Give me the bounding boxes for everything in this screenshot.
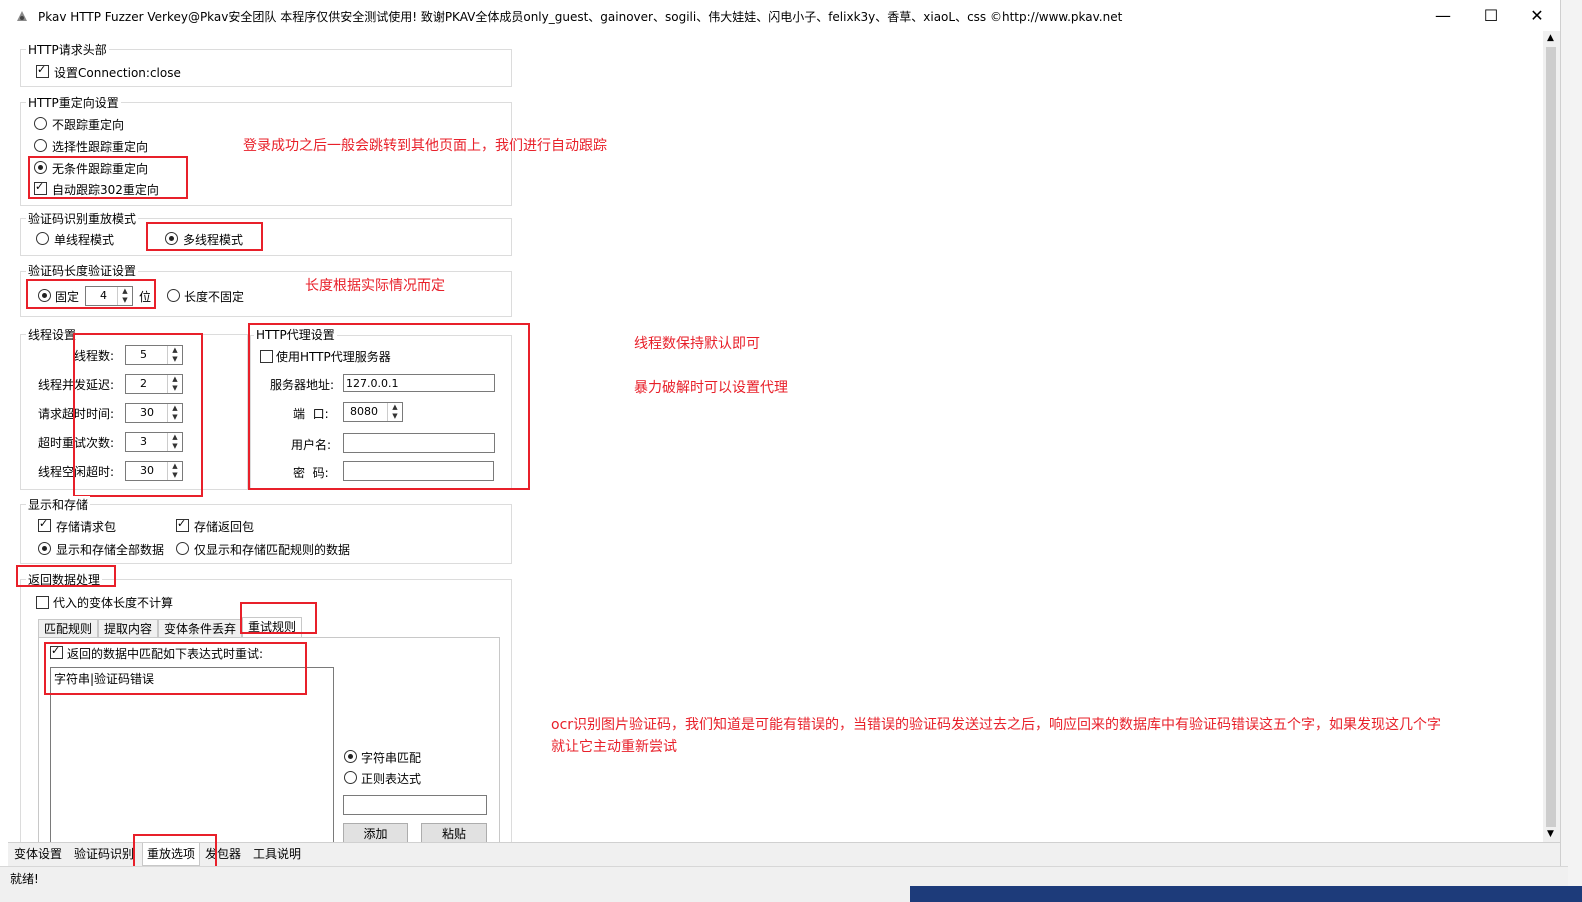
annotation-redirect: 登录成功之后一般会跳转到其他页面上，我们进行自动跟踪	[243, 138, 607, 154]
annotation-box-retry-expr	[44, 642, 307, 695]
show-matched-radio[interactable]	[176, 542, 189, 555]
window-title: Pkav HTTP Fuzzer Verkey@Pkav安全团队 本程序仅供安全…	[38, 10, 1123, 24]
taskbar-highlight	[910, 886, 1582, 902]
connection-close-checkbox[interactable]	[36, 63, 49, 78]
redirect-title: HTTP重定向设置	[26, 94, 121, 111]
scroll-thumb[interactable]	[1546, 47, 1556, 827]
connection-close-label: 设置Connection:close	[54, 66, 181, 80]
captcha-replay-title: 验证码识别重放模式	[26, 210, 139, 227]
selective-follow-label: 选择性跟踪重定向	[52, 140, 149, 154]
vertical-scrollbar[interactable]: ▲ ▼	[1543, 31, 1560, 842]
title-bar: Pkav HTTP Fuzzer Verkey@Pkav安全团队 本程序仅供安全…	[0, 0, 1568, 31]
threads-title: 线程设置	[26, 326, 79, 343]
store-response-checkbox[interactable]	[176, 517, 189, 532]
annotation-box-length	[26, 279, 156, 309]
regex-match-label: 正则表达式	[361, 772, 422, 786]
variable-length-label: 长度不固定	[184, 290, 245, 304]
no-follow-label: 不跟踪重定向	[52, 118, 125, 132]
annotation-length: 长度根据实际情况而定	[305, 278, 445, 294]
tab-variant-discard[interactable]: 变体条件丢弃	[158, 619, 242, 638]
annotation-box-proxy	[248, 323, 530, 490]
tab-tool-help[interactable]: 工具说明	[249, 843, 305, 865]
store-request-checkbox[interactable]	[38, 517, 51, 532]
string-match-radio[interactable]	[344, 750, 357, 763]
string-match-label: 字符串匹配	[361, 751, 422, 765]
store-response-label: 存储返回包	[194, 520, 255, 534]
status-bar: 就绪!	[0, 866, 1568, 887]
annotation-proxy: 暴力破解时可以设置代理	[634, 380, 788, 396]
maximize-button[interactable]: ☐	[1468, 0, 1514, 31]
scroll-up-icon[interactable]: ▲	[1547, 33, 1554, 43]
annotation-box-retry-tab	[240, 602, 317, 634]
ignore-var-length-label: 代入的变体长度不计算	[53, 596, 174, 610]
status-text: 就绪!	[10, 872, 39, 886]
single-thread-label: 单线程模式	[54, 233, 115, 247]
app-icon	[17, 11, 27, 21]
background-window-edge	[1560, 0, 1582, 886]
display-storage-title: 显示和存储	[26, 496, 91, 513]
http-headers-title: HTTP请求头部	[26, 41, 109, 58]
regex-match-radio[interactable]	[344, 771, 357, 784]
settings-panel: HTTP请求头部 设置Connection:close HTTP重定向设置 不跟…	[8, 31, 1543, 845]
show-all-radio[interactable]	[38, 542, 51, 555]
show-matched-label: 仅显示和存储匹配规则的数据	[194, 543, 351, 557]
annotation-box-response-title	[16, 565, 116, 587]
annotation-ocr-line2: 就让它主动重新尝试	[551, 739, 677, 755]
annotation-box-multithread	[146, 222, 263, 251]
minimize-button[interactable]: —	[1420, 0, 1466, 31]
annotation-ocr-line1: ocr识别图片验证码，我们知道是可能有错误的，当错误的验证码发送过去之后，响应回…	[551, 717, 1442, 733]
show-all-label: 显示和存储全部数据	[56, 543, 165, 557]
ignore-var-length-checkbox[interactable]	[36, 596, 49, 609]
tab-extract-content[interactable]: 提取内容	[98, 619, 158, 638]
annotation-box-redirect	[28, 156, 188, 199]
single-thread-radio[interactable]	[36, 232, 49, 245]
variable-length-radio[interactable]	[167, 289, 180, 302]
annotation-box-threads	[73, 333, 203, 497]
selective-follow-radio[interactable]	[34, 139, 47, 152]
scroll-down-icon[interactable]: ▼	[1547, 829, 1554, 839]
store-request-label: 存储请求包	[56, 520, 117, 534]
bottom-tab-bar: 变体设置 验证码识别 重放选项 发包器 工具说明	[8, 842, 1560, 867]
no-follow-radio[interactable]	[34, 117, 47, 130]
expression-input[interactable]	[343, 795, 487, 815]
tab-match-rules[interactable]: 匹配规则	[38, 619, 98, 638]
tab-captcha-recognition[interactable]: 验证码识别	[70, 843, 138, 865]
annotation-threads: 线程数保持默认即可	[634, 336, 760, 352]
close-button[interactable]: ✕	[1514, 0, 1560, 31]
captcha-length-title: 验证码长度验证设置	[26, 262, 139, 279]
tab-variant-settings[interactable]: 变体设置	[10, 843, 66, 865]
